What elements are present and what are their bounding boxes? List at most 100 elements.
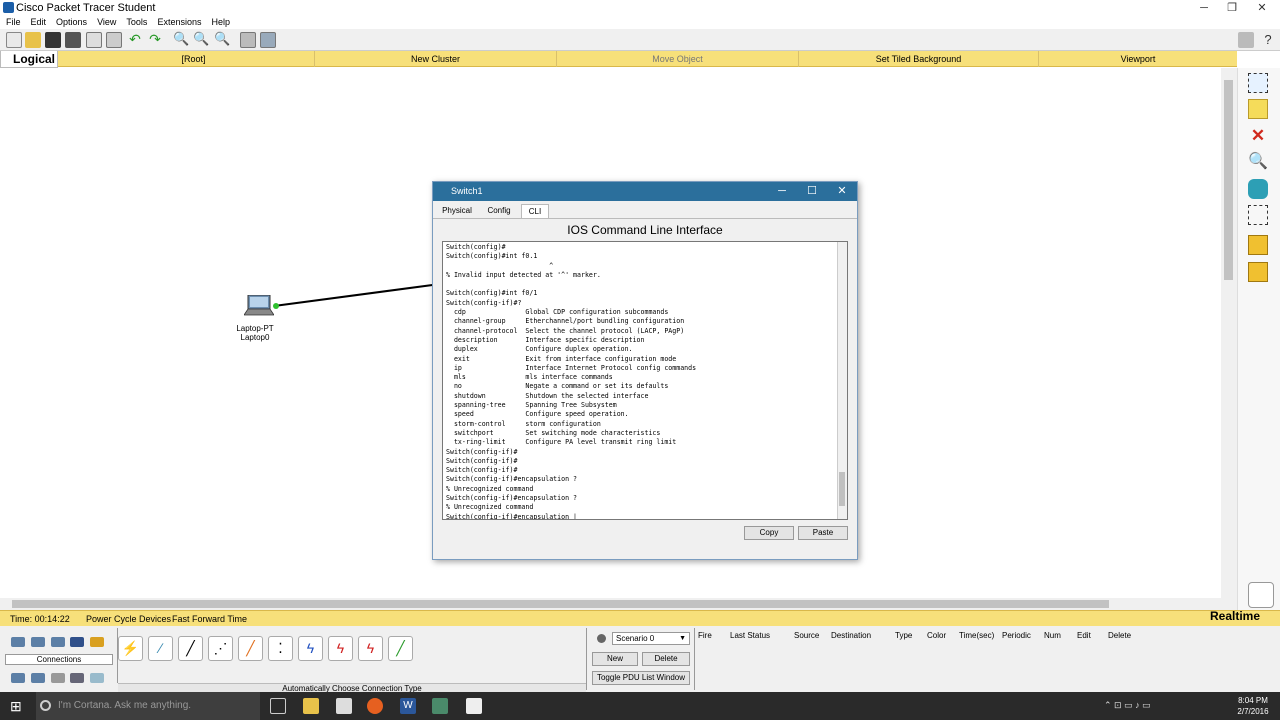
store-icon[interactable] [336,698,352,714]
cli-scroll-thumb[interactable] [839,472,845,506]
misc-icon[interactable] [90,637,104,647]
toggle-pdu-list-button[interactable]: Toggle PDU List Window [592,671,690,685]
console-cable-icon[interactable]: ∕ [148,636,173,661]
col-fire: Fire [698,631,712,640]
root-link[interactable]: [Root] [73,51,315,67]
auto-connection-icon[interactable]: ⚡ [118,636,143,661]
undo-icon[interactable]: ↶ [127,32,143,48]
delete-scenario-button[interactable]: Delete [642,652,690,666]
fast-forward-button[interactable]: Fast Forward Time [172,614,247,624]
open-folder-icon[interactable] [25,32,41,48]
taskbar-time[interactable]: 8:04 PM [1236,696,1270,705]
windows-start-icon[interactable]: ⊞ [10,699,26,715]
dialog-minimize-icon[interactable]: ─ [767,182,797,201]
new-cluster-button[interactable]: New Cluster [315,51,557,67]
vertical-scroll-thumb[interactable] [1224,80,1233,280]
window-title: Cisco Packet Tracer Student [16,2,156,14]
dialog-maximize-icon[interactable]: ☐ [797,182,827,201]
close-icon[interactable]: ✕ [1248,0,1276,16]
scenario-select[interactable]: Scenario 0 ▼ [612,632,690,645]
redo-icon[interactable]: ↷ [147,32,163,48]
packet-tracer-taskbar-icon[interactable] [432,698,448,714]
octal-cable-icon[interactable]: ╱ [388,636,413,661]
power-cycle-button[interactable]: Power Cycle Devices [86,614,171,624]
coaxial-cable-icon[interactable]: ϟ [298,636,323,661]
copy-icon[interactable] [106,32,122,48]
dialog-close-icon[interactable]: ✕ [827,182,857,201]
col-destination: Destination [831,631,872,640]
save-icon[interactable] [45,32,61,48]
col-last-status: Last Status [730,631,771,640]
logical-tab[interactable]: Logical [0,51,58,68]
word-icon[interactable]: W [400,698,416,714]
add-simple-pdu-icon[interactable] [1248,235,1268,255]
menu-edit[interactable]: Edit [31,16,47,29]
set-tiled-background-button[interactable]: Set Tiled Background [799,51,1039,67]
phone-cable-icon[interactable]: ⁚ [268,636,293,661]
new-file-icon[interactable] [6,32,22,48]
print-icon[interactable] [65,32,81,48]
drawing-palette-icon[interactable] [240,32,256,48]
inspect-icon[interactable]: 🔍 [1248,152,1268,172]
maximize-icon[interactable]: ❐ [1218,0,1246,16]
zoom-in-icon[interactable]: 🔍 [173,32,189,48]
tab-cli[interactable]: CLI [521,204,549,218]
paste-button[interactable]: Paste [798,526,848,540]
resize-shape-icon[interactable] [1248,205,1268,225]
laptop-icon[interactable] [243,294,275,316]
menu-tools[interactable]: Tools [126,16,147,29]
col-delete: Delete [1108,631,1132,640]
realtime-mode-label[interactable]: Realtime [1210,609,1260,623]
minimize-icon[interactable]: ─ [1190,0,1218,16]
tray-icons[interactable]: ⌃ ⊡ ▭ ♪ ▭ [1104,700,1151,711]
straight-through-cable-icon[interactable]: ╱ [178,636,203,661]
place-note-icon[interactable] [1248,99,1268,119]
move-object-button[interactable]: Move Object [557,51,799,67]
task-view-icon[interactable] [270,698,286,714]
viewport-button[interactable]: Viewport [1039,51,1237,67]
menu-options[interactable]: Options [56,16,87,29]
packet-tracer-app-icon [3,2,14,13]
zoom-out-icon[interactable]: 🔍 [214,32,230,48]
realtime-clock-icon[interactable] [1248,582,1274,608]
menu-view[interactable]: View [97,16,116,29]
network-devices-icon[interactable] [11,637,25,647]
multiuser-icon[interactable] [51,673,65,683]
draw-shape-icon[interactable] [1248,179,1268,199]
copy-button[interactable]: Copy [744,526,794,540]
cloud-icon[interactable] [90,673,104,683]
cli-heading: IOS Command Line Interface [567,223,723,237]
select-icon[interactable] [1248,73,1268,93]
custom-made-devices-icon[interactable] [31,673,45,683]
screen-recorder-icon[interactable] [466,698,482,714]
tab-physical[interactable]: Physical [437,204,477,218]
cortana-search-input[interactable]: I'm Cortana. Ask me anything. [36,692,260,720]
crossover-cable-icon[interactable]: ⋰ [208,636,233,661]
menu-help[interactable]: Help [211,16,230,29]
firefox-icon[interactable] [367,698,383,714]
connections-category-icon[interactable] [70,637,84,647]
new-scenario-button[interactable]: New [592,652,638,666]
wan-emulation-icon[interactable] [11,673,25,683]
end-devices-icon[interactable] [31,637,45,647]
tab-config[interactable]: Config [481,204,517,218]
menu-file[interactable]: File [6,16,21,29]
serial-dce-cable-icon[interactable]: ϟ [328,636,353,661]
cli-output[interactable]: Switch(config)# Switch(config)#int f0.1 … [443,242,847,519]
menu-extensions[interactable]: Extensions [157,16,201,29]
fiber-cable-icon[interactable]: ╱ [238,636,263,661]
delete-icon[interactable]: ✕ [1248,126,1268,146]
components-icon[interactable] [51,637,65,647]
cli-terminal[interactable]: Switch(config)# Switch(config)#int f0.1 … [442,241,848,520]
network-info-icon[interactable] [1238,32,1254,48]
horizontal-scroll-thumb[interactable] [12,600,1109,608]
cluster-device-icon[interactable] [70,673,84,683]
serial-dte-cable-icon[interactable]: ϟ [358,636,383,661]
zoom-reset-icon[interactable]: 🔍 [193,32,209,48]
file-explorer-icon[interactable] [303,698,319,714]
taskbar-date[interactable]: 2/7/2016 [1236,707,1270,716]
activity-wizard-icon[interactable] [86,32,102,48]
add-complex-pdu-icon[interactable] [1248,262,1268,282]
custom-devices-icon[interactable] [260,32,276,48]
help-icon[interactable]: ? [1260,32,1276,48]
